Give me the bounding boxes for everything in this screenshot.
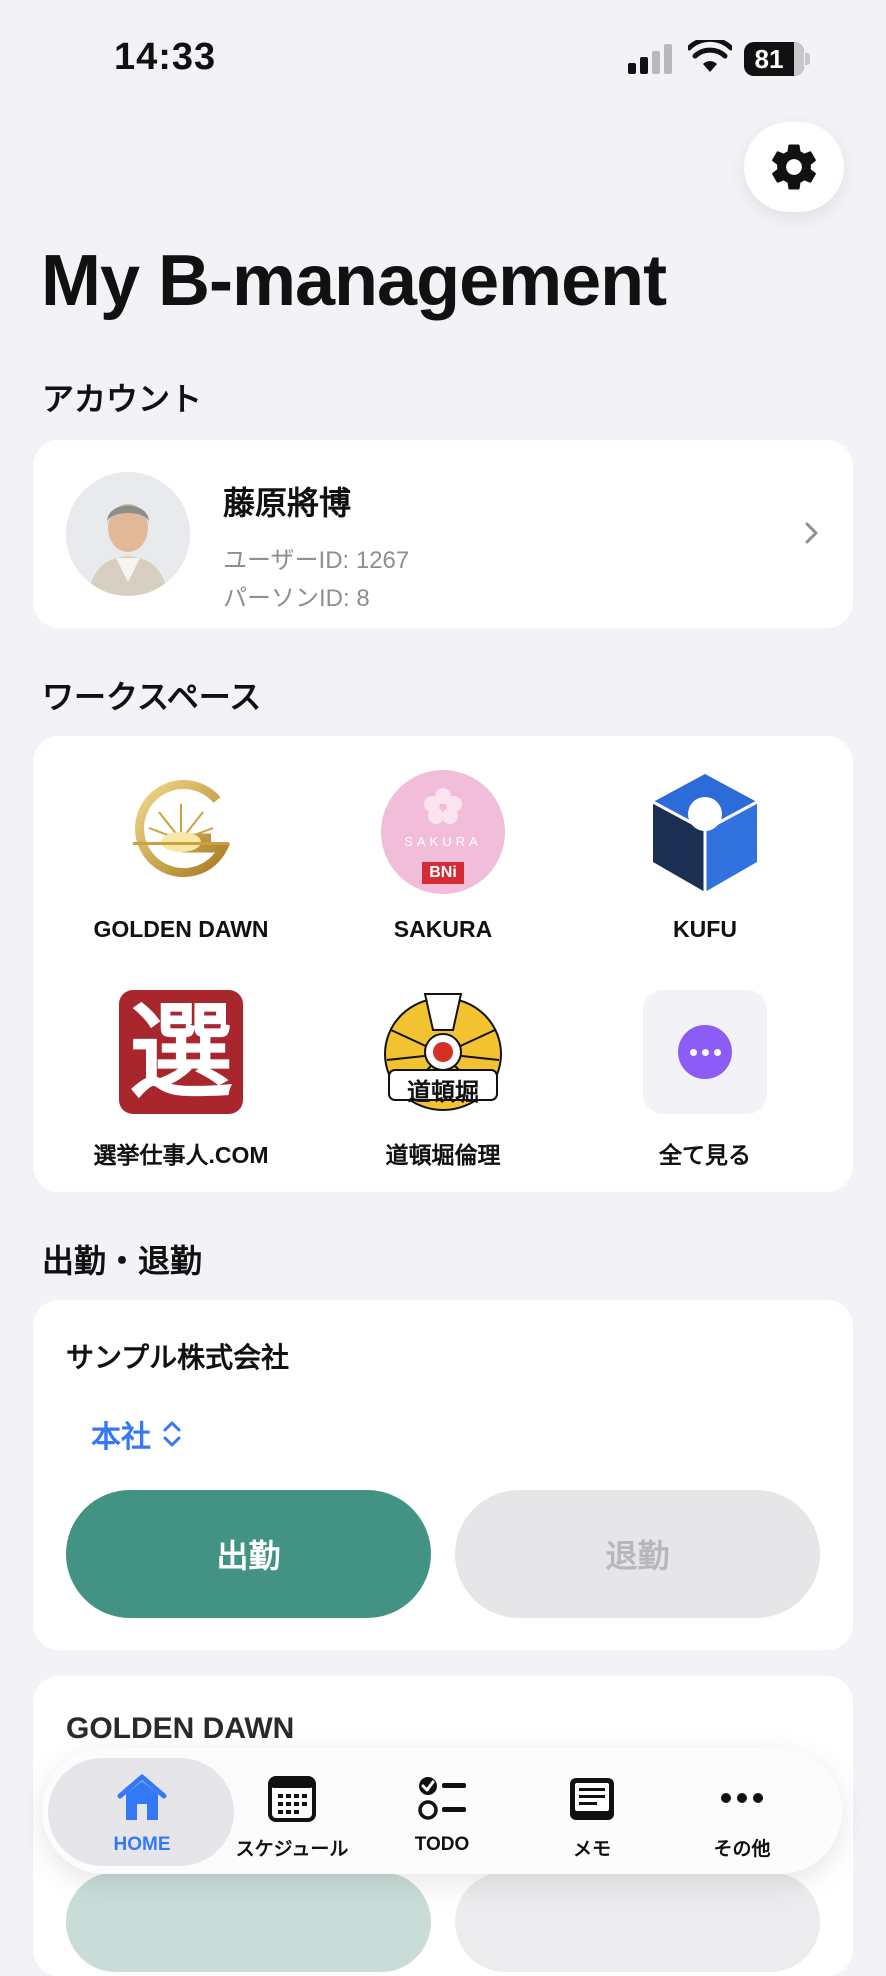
workspace-label: SAKURA xyxy=(393,916,493,942)
workspace-section-label: ワークスペース xyxy=(42,679,262,715)
workspace-card: GOLDEN DAWN SAKURA BNi SAKURA KUFU 選 選挙仕… xyxy=(33,736,853,1192)
workspace-see-all[interactable]: 全て見る xyxy=(585,990,825,1170)
page-title: My B-management xyxy=(41,241,667,321)
tab-label: TODO xyxy=(414,1834,470,1855)
more-dots-icon xyxy=(721,1793,763,1803)
status-bar: 14:33 81 xyxy=(0,0,886,110)
branch-label: 本社 xyxy=(91,1421,151,1454)
status-time: 14:33 xyxy=(114,36,217,78)
account-section-label: アカウント xyxy=(42,381,203,417)
senkyo-logo-char: 選 xyxy=(128,990,233,1113)
tab-label: メモ xyxy=(572,1839,611,1860)
todo-icon xyxy=(418,1777,466,1820)
branch-selector[interactable]: 本社 xyxy=(91,1412,185,1456)
battery-level: 81 xyxy=(754,44,784,74)
see-all-tile xyxy=(643,990,767,1114)
user-id: ユーザーID: 1267 xyxy=(223,547,410,574)
bni-badge: BNi xyxy=(422,862,464,884)
workspace-kufu[interactable]: KUFU xyxy=(585,770,825,943)
tab-more[interactable]: その他 xyxy=(667,1748,817,1874)
tab-bar: HOME スケジュール TODO メモ その他 xyxy=(42,1748,842,1874)
workspace-label: 道頓堀倫理 xyxy=(385,1142,501,1168)
chevron-up-down-icon xyxy=(163,1421,181,1447)
golden-dawn-logo xyxy=(119,770,243,894)
senkyo-logo: 選 xyxy=(119,990,243,1114)
tab-todo[interactable]: TODO xyxy=(367,1748,517,1874)
clock-in-button[interactable]: 出勤 xyxy=(66,1490,431,1618)
dotonbori-logo-text: 道頓堀 xyxy=(407,1077,479,1106)
attendance-card: サンプル株式会社 本社 出勤 退勤 xyxy=(33,1300,853,1650)
workspace-label: 全て見る xyxy=(659,1142,751,1168)
calendar-icon xyxy=(268,1776,316,1822)
tab-memo[interactable]: メモ xyxy=(517,1748,667,1874)
settings-button[interactable] xyxy=(744,122,844,212)
workspace-label: 選挙仕事人.COM xyxy=(93,1142,269,1168)
home-icon xyxy=(117,1774,167,1820)
wifi-icon xyxy=(688,40,732,72)
tab-label: HOME xyxy=(113,1834,171,1855)
gear-icon xyxy=(772,144,816,190)
kufu-cube-logo xyxy=(643,770,767,894)
account-name: 藤原將博 xyxy=(223,485,352,521)
clock-out-button-partial[interactable] xyxy=(455,1872,820,1972)
workspace-senkyo[interactable]: 選 選挙仕事人.COM xyxy=(61,990,301,1170)
tab-label: スケジュール xyxy=(235,1839,349,1860)
card-title: GOLDEN DAWN xyxy=(66,1712,295,1745)
tab-label: その他 xyxy=(713,1839,771,1860)
clock-out-button[interactable]: 退勤 xyxy=(455,1490,820,1618)
company-name: サンプル株式会社 xyxy=(66,1342,290,1373)
clock-in-button-partial[interactable] xyxy=(66,1872,431,1972)
more-icon xyxy=(678,1025,732,1079)
workspace-sakura[interactable]: SAKURA BNi SAKURA xyxy=(323,770,563,943)
account-card[interactable]: 藤原將博 ユーザーID: 1267 パーソンID: 8 xyxy=(33,440,853,628)
attendance-section-label: 出勤・退勤 xyxy=(42,1243,203,1279)
memo-icon xyxy=(570,1778,614,1820)
tab-schedule[interactable]: スケジュール xyxy=(217,1748,367,1874)
sakura-logo-text: SAKURA xyxy=(404,834,482,849)
cellular-signal-icon xyxy=(628,44,672,74)
avatar xyxy=(66,472,190,596)
workspace-label: KUFU xyxy=(673,916,737,942)
workspace-dotonbori[interactable]: 道頓堀 道頓堀倫理 xyxy=(323,990,563,1170)
workspace-golden-dawn[interactable]: GOLDEN DAWN xyxy=(61,770,301,943)
chevron-right-icon xyxy=(805,522,818,544)
sakura-bni-logo: SAKURA BNi xyxy=(381,770,505,894)
tab-home[interactable]: HOME xyxy=(67,1748,217,1874)
person-id: パーソンID: 8 xyxy=(223,585,370,612)
workspace-label: GOLDEN DAWN xyxy=(93,916,269,942)
dotonbori-logo: 道頓堀 xyxy=(381,990,505,1114)
battery-indicator: 81 xyxy=(744,42,810,76)
